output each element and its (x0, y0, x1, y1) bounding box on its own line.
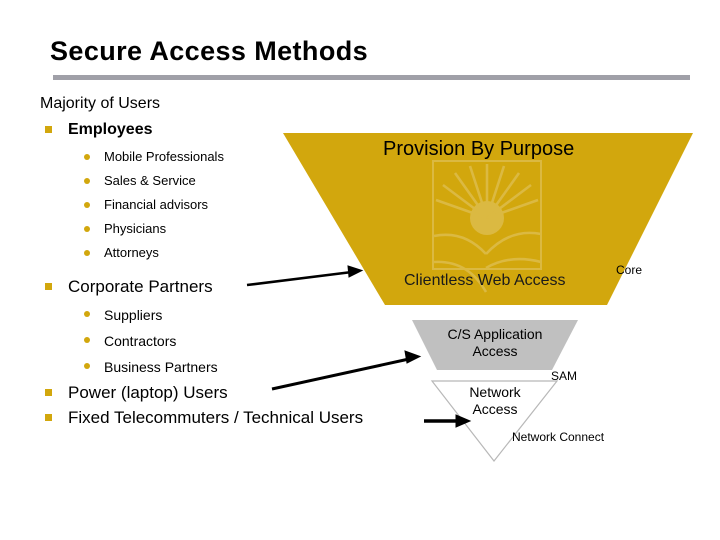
list-item-label: Attorneys (104, 245, 159, 260)
list-item-suppliers: Suppliers (40, 302, 460, 328)
list-item-label: Mobile Professionals (104, 149, 224, 164)
list-item-financial-advisors: Financial advisors (40, 193, 460, 217)
dot-bullet-icon (84, 311, 90, 317)
square-bullet-icon (45, 389, 52, 396)
product-label-network-connect: Network Connect (512, 430, 605, 444)
list-item-label: Employees (68, 121, 153, 138)
product-label-core: Core (616, 263, 643, 277)
list-item-contractors: Contractors (40, 328, 460, 354)
title-divider (53, 75, 690, 80)
page-title: Secure Access Methods (50, 36, 369, 66)
square-bullet-icon (45, 283, 52, 290)
funnel-heading: Provision By Purpose (383, 138, 575, 160)
list-item-label: Suppliers (104, 307, 163, 323)
list-item-label: Corporate Partners (68, 277, 213, 296)
list-item-label: Sales & Service (104, 173, 196, 188)
outline-heading: Majority of Users (40, 95, 161, 112)
list-item-fixed-telecommuters: Fixed Telecommuters / Technical Users (40, 405, 460, 430)
list-item-label: Fixed Telecommuters / Technical Users (68, 408, 364, 427)
dot-bullet-icon (84, 337, 90, 343)
dot-bullet-icon (84, 226, 90, 232)
list-item-label: Contractors (104, 333, 177, 349)
list-item-label: Financial advisors (104, 197, 209, 212)
list-item-business-partners: Business Partners (40, 354, 460, 380)
list-item-corporate-partners: Corporate Partners (40, 274, 460, 299)
dot-bullet-icon (84, 250, 90, 256)
list-item-attorneys: Attorneys (40, 241, 460, 265)
list-item-physicians: Physicians (40, 217, 460, 241)
list-item-power-laptop-users: Power (laptop) Users (40, 380, 460, 405)
funnel-tier-label-cs-application: C/S Application Access (447, 326, 543, 359)
list-item-sales-service: Sales & Service (40, 169, 460, 193)
dot-bullet-icon (84, 178, 90, 184)
list-item-label: Power (laptop) Users (68, 383, 228, 402)
slide: Secure Access Methods Majority of Users … (0, 0, 720, 540)
dot-bullet-icon (84, 202, 90, 208)
list-item-label: Business Partners (104, 359, 218, 375)
funnel-tier-label-network-access: Network Access (469, 384, 521, 417)
dot-bullet-icon (84, 154, 90, 160)
square-bullet-icon (45, 126, 52, 133)
product-label-sam: SAM (551, 369, 578, 383)
funnel-tier-label-clientless: Clientless Web Access (404, 272, 566, 289)
square-bullet-icon (45, 414, 52, 421)
list-item-label: Physicians (104, 221, 167, 236)
dot-bullet-icon (84, 363, 90, 369)
